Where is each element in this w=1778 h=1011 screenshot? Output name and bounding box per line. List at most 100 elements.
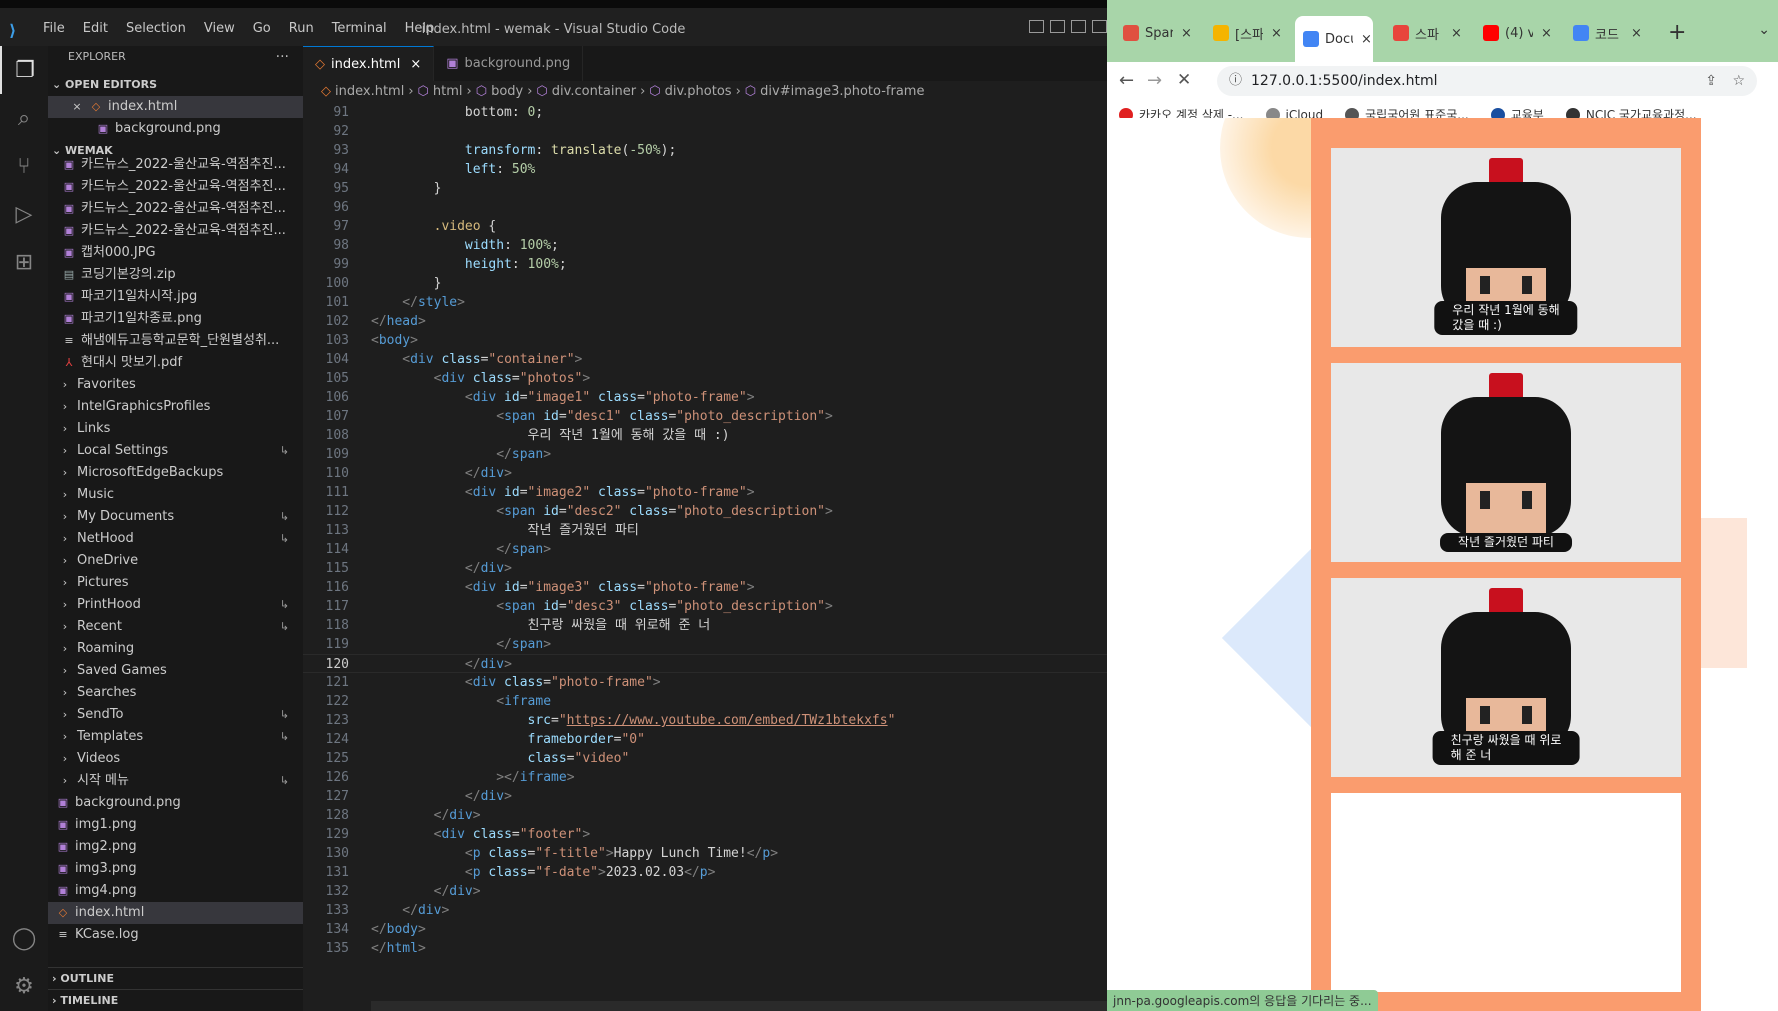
file-item[interactable]: ▣ background.png: [48, 792, 303, 814]
tab-close-icon[interactable]: ×: [1451, 26, 1462, 41]
chevron-right-icon: ›: [62, 774, 68, 787]
code-line: 131 <p class="f-date">2023.02.03</p>: [303, 863, 1107, 882]
folder-item[interactable]: › NetHood ↳: [48, 528, 303, 550]
search-icon[interactable]: ⌕: [0, 94, 48, 142]
stop-loading-icon[interactable]: ✕: [1177, 70, 1191, 90]
file-item[interactable]: ▤ 코딩기본강의.zip: [48, 264, 303, 286]
outline-section[interactable]: › OUTLINE: [48, 967, 303, 989]
tab-close-icon[interactable]: ×: [1271, 26, 1282, 41]
share-icon[interactable]: ⇪: [1705, 66, 1717, 96]
explorer-icon[interactable]: ❐: [0, 46, 48, 94]
folder-item[interactable]: › Local Settings ↳: [48, 440, 303, 462]
file-item[interactable]: ≡ 해냄에듀고등학교문학_단원별성취...: [48, 330, 303, 352]
code-token: div: [472, 580, 497, 595]
timeline-section[interactable]: › TIMELINE: [48, 989, 303, 1011]
more-actions-icon[interactable]: ···: [276, 46, 289, 68]
toggle-secondary-sidebar-icon[interactable]: [1071, 20, 1086, 33]
line-number: 91: [333, 105, 349, 120]
folder-item[interactable]: › Pictures: [48, 572, 303, 594]
tab-close-icon[interactable]: ×: [1361, 32, 1372, 47]
close-icon[interactable]: ×: [410, 47, 421, 82]
folder-item[interactable]: › Favorites: [48, 374, 303, 396]
folder-item[interactable]: › My Documents ↳: [48, 506, 303, 528]
code-editor[interactable]: 91 bottom: 0; 92 93 transform: translate(-…: [303, 103, 1107, 958]
code-token: :: [511, 257, 528, 272]
file-item[interactable]: ▣ 카드뉴스_2022-울산교육-역점추진...: [48, 198, 303, 220]
browser-tab[interactable]: 스파 ×: [1385, 16, 1463, 50]
breadcrumb-item[interactable]: div#image3.photo-frame: [760, 84, 924, 99]
source-control-icon[interactable]: ⑂: [0, 142, 48, 190]
browser-tab[interactable]: [스파 ×: [1205, 16, 1283, 50]
account-icon[interactable]: ◯: [0, 914, 48, 962]
close-icon[interactable]: ×: [70, 96, 84, 118]
file-item[interactable]: ≡ KCase.log: [48, 924, 303, 946]
file-item[interactable]: ▣ 파코기1일차시작.jpg: [48, 286, 303, 308]
file-item[interactable]: ▣ img1.png: [48, 814, 303, 836]
toggle-sidebar-icon[interactable]: [1029, 20, 1044, 33]
open-editor-item[interactable]: ▣ background.png: [48, 118, 303, 140]
tab-close-icon[interactable]: ×: [1541, 26, 1552, 41]
forward-icon[interactable]: →: [1147, 70, 1162, 91]
folder-item[interactable]: › Links: [48, 418, 303, 440]
folder-item[interactable]: › PrintHood ↳: [48, 594, 303, 616]
folder-item[interactable]: › Templates ↳: [48, 726, 303, 748]
code-token: body: [386, 922, 418, 937]
browser-tab[interactable]: Docu ×: [1295, 16, 1373, 62]
folder-item[interactable]: › Roaming: [48, 638, 303, 660]
file-item[interactable]: ▣ img4.png: [48, 880, 303, 902]
back-icon[interactable]: ←: [1119, 70, 1134, 91]
horizontal-scrollbar[interactable]: [371, 1001, 1107, 1011]
file-item[interactable]: ▣ 캡처000.JPG: [48, 242, 303, 264]
tab-close-icon[interactable]: ×: [1181, 26, 1192, 41]
folder-item[interactable]: › SendTo ↳: [48, 704, 303, 726]
tab-search-icon[interactable]: ⌄: [1758, 22, 1770, 38]
tab-background-png[interactable]: ▣ background.png: [434, 46, 584, 81]
folder-item[interactable]: › OneDrive: [48, 550, 303, 572]
file-item[interactable]: ▣ img3.png: [48, 858, 303, 880]
file-item[interactable]: ◇ index.html: [48, 902, 303, 924]
tab-close-icon[interactable]: ×: [1631, 26, 1642, 41]
image-file-icon: ▣: [63, 290, 75, 303]
bookmark-star-icon[interactable]: ☆: [1732, 66, 1745, 96]
element-icon: ⬡: [744, 84, 757, 99]
file-item[interactable]: ⅄ 현대시 맛보기.pdf: [48, 352, 303, 374]
run-debug-icon[interactable]: ▷: [0, 190, 48, 238]
window-title: index.html - wemak - Visual Studio Code: [421, 22, 686, 37]
youtube-iframe[interactable]: [1331, 793, 1681, 992]
open-editors-section[interactable]: ⌄ OPEN EDITORS: [48, 74, 303, 96]
tab-index-html[interactable]: ◇ index.html ×: [303, 46, 435, 82]
settings-gear-icon[interactable]: ⚙: [0, 962, 48, 1010]
folder-item[interactable]: › Videos: [48, 748, 303, 770]
browser-tab[interactable]: 코드 ×: [1565, 16, 1643, 50]
browser-tab[interactable]: Spar ×: [1115, 16, 1193, 50]
toggle-panel-icon[interactable]: [1050, 20, 1065, 33]
customize-layout-icon[interactable]: [1092, 20, 1107, 33]
file-item[interactable]: ▣ 카드뉴스_2022-울산교육-역점추진...: [48, 154, 303, 176]
file-item[interactable]: ▣ img2.png: [48, 836, 303, 858]
breadcrumb-item[interactable]: div.photos: [665, 84, 732, 99]
folder-item[interactable]: › IntelGraphicsProfiles: [48, 396, 303, 418]
address-bar[interactable]: ⓘ 127.0.0.1:5500/index.html ⇪ ☆: [1217, 66, 1757, 96]
open-editor-item[interactable]: × ◇ index.html: [48, 96, 303, 118]
breadcrumb-item[interactable]: html: [433, 84, 463, 99]
new-tab-button[interactable]: +: [1668, 20, 1686, 45]
browser-tab[interactable]: (4) vi ×: [1475, 16, 1553, 50]
breadcrumb-item[interactable]: body: [491, 84, 523, 99]
site-info-icon[interactable]: ⓘ: [1229, 66, 1242, 96]
breadcrumb-item[interactable]: index.html: [335, 84, 404, 99]
folder-item[interactable]: › Searches: [48, 682, 303, 704]
code-token: width: [371, 238, 505, 253]
file-item[interactable]: ▣ 카드뉴스_2022-울산교육-역점추진...: [48, 220, 303, 242]
file-item[interactable]: ▣ 카드뉴스_2022-울산교육-역점추진...: [48, 176, 303, 198]
folder-item[interactable]: › Music: [48, 484, 303, 506]
file-item[interactable]: ▣ 파코기1일차종료.png: [48, 308, 303, 330]
code-token: >: [574, 352, 583, 367]
folder-item[interactable]: › MicrosoftEdgeBackups: [48, 462, 303, 484]
folder-item[interactable]: › Recent ↳: [48, 616, 303, 638]
photo-frame: 작년 즐거웠던 파티: [1331, 363, 1681, 562]
folder-item[interactable]: › Saved Games: [48, 660, 303, 682]
extensions-icon[interactable]: ⊞: [0, 238, 48, 286]
breadcrumb-item[interactable]: div.container: [552, 84, 636, 99]
photo-container: 우리 작년 1월에 동해 갔을 때 :) 작년 즐거웠던 파티 친구랑 싸웠을 때 …: [1311, 118, 1701, 1011]
folder-item[interactable]: › 시작 메뉴 ↳: [48, 770, 303, 792]
